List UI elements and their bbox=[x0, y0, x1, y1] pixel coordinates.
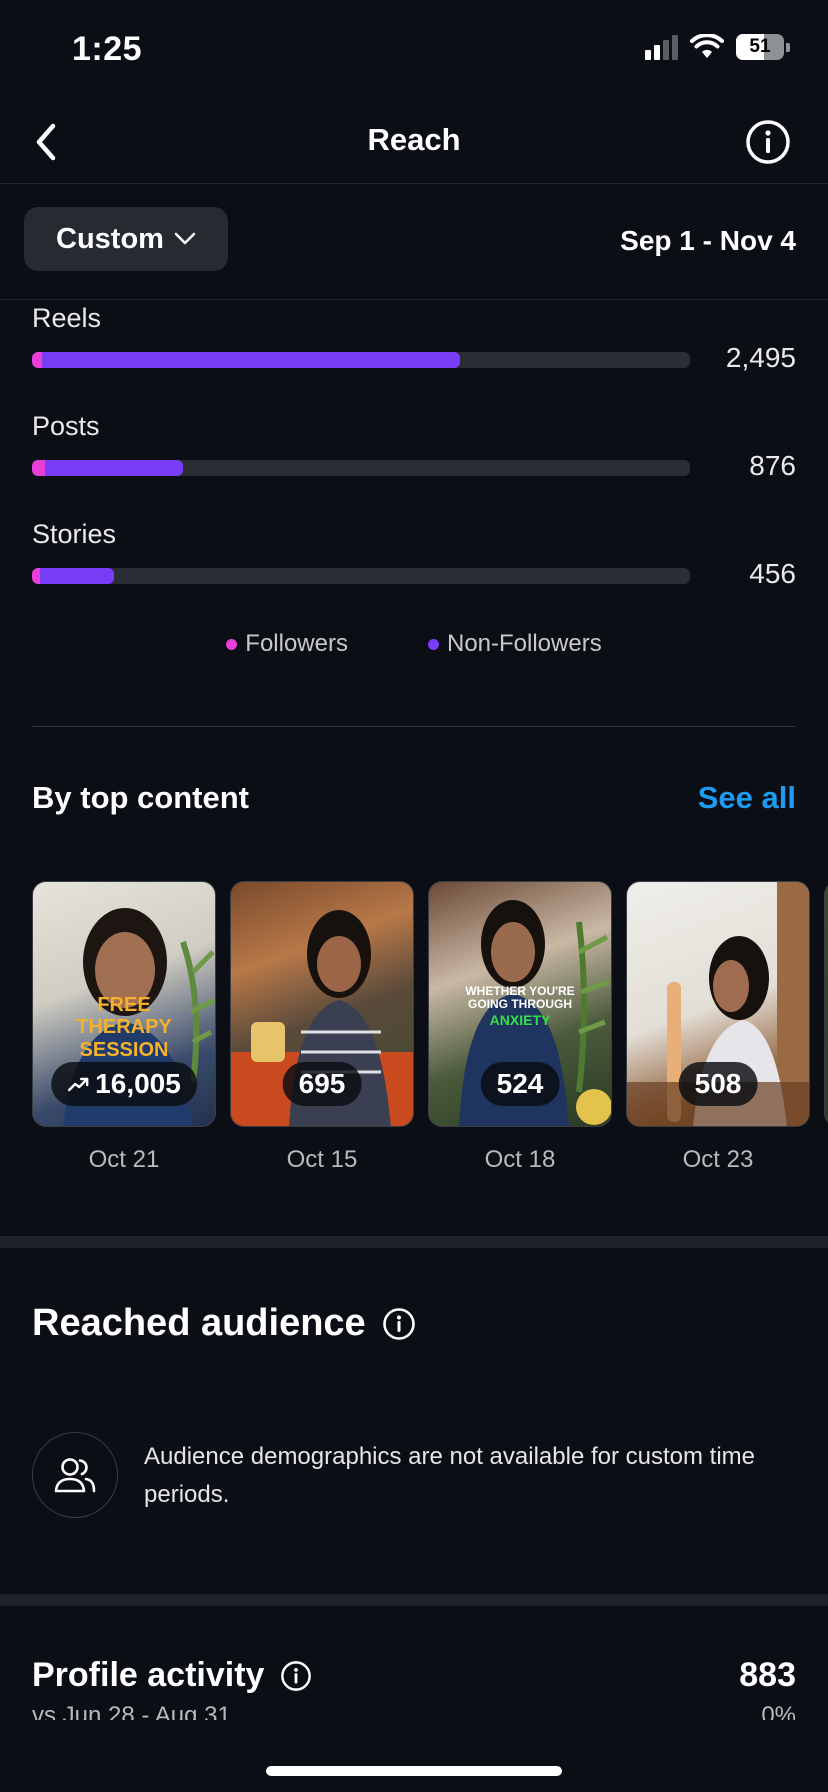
nav-header: Reach bbox=[0, 100, 828, 184]
reached-audience-title: Reached audience bbox=[32, 1302, 366, 1344]
filter-row: Custom Sep 1 - Nov 4 bbox=[0, 185, 828, 300]
thumbnail-date: Oct 15 bbox=[286, 1146, 358, 1173]
breakdown-label: Reels bbox=[32, 303, 102, 333]
breakdown-bar-track bbox=[32, 568, 690, 584]
audience-unavailable-message: Audience demographics are not available … bbox=[144, 1443, 755, 1508]
legend-non-followers-label: Non-Followers bbox=[446, 630, 602, 657]
info-icon[interactable] bbox=[382, 1307, 416, 1341]
thumbnail-count-value: 16,005 bbox=[95, 1068, 181, 1099]
thumbnail-reach-count: 508 bbox=[678, 1062, 758, 1106]
thumbnail-date: Oct 23 bbox=[682, 1146, 754, 1173]
followers-bar bbox=[32, 460, 46, 476]
info-button[interactable] bbox=[744, 118, 792, 166]
profile-activity-header: Profile activity bbox=[32, 1656, 312, 1695]
thumbnail-caption: WHETHER YOU'RE GOING THROUGH bbox=[465, 984, 575, 1012]
audience-icon-container bbox=[32, 1432, 118, 1518]
thumbnail-reach-count: 695 bbox=[282, 1062, 362, 1106]
thumbnail-reach-count: 16,005 bbox=[51, 1062, 197, 1106]
top-content-carousel[interactable]: FREE THERAPY SESSION 16,005 Oct 21 695 O… bbox=[32, 881, 828, 1181]
profile-activity-change: 0% bbox=[761, 1702, 796, 1720]
top-content-item[interactable]: FREE THERAPY SESSION 16,005 bbox=[32, 881, 216, 1127]
battery-icon: 51 bbox=[736, 34, 790, 60]
breakdown-bar-track bbox=[32, 460, 690, 476]
thumbnail-reach-count: 524 bbox=[480, 1062, 560, 1106]
date-range-text: Sep 1 - Nov 4 bbox=[620, 225, 796, 256]
legend-followers: Followers bbox=[226, 630, 348, 658]
breakdown-label: Posts bbox=[32, 411, 100, 441]
legend-non-followers: Non-Followers bbox=[427, 630, 602, 658]
date-range-dropdown[interactable]: Custom bbox=[24, 207, 228, 271]
breakdown-legend: Followers Non-Followers bbox=[0, 630, 828, 658]
followers-bar bbox=[32, 568, 40, 584]
top-content-item[interactable]: WHETHER YOU'RE GOING THROUGH ANXIETY 524 bbox=[428, 881, 612, 1127]
section-separator bbox=[0, 1236, 828, 1248]
non-followers-dot-icon bbox=[427, 638, 439, 650]
breakdown-row-posts: Posts 876 bbox=[0, 408, 828, 516]
thumbnail-caption: FREE THERAPY SESSION bbox=[76, 994, 172, 1061]
top-content-item[interactable] bbox=[824, 881, 828, 1127]
thumbnail-count-value: 695 bbox=[298, 1068, 346, 1099]
followers-bar bbox=[32, 352, 42, 368]
page-title: Reach bbox=[367, 122, 461, 157]
thumbnail-date: Oct 21 bbox=[88, 1146, 160, 1173]
trending-up-icon bbox=[67, 1077, 89, 1092]
thumbnail-date: Oct 18 bbox=[484, 1146, 556, 1173]
top-content-item[interactable]: 695 bbox=[230, 881, 414, 1127]
battery-level: 51 bbox=[749, 36, 771, 57]
cellular-signal-icon bbox=[645, 34, 678, 60]
breakdown-label: Stories bbox=[32, 519, 117, 549]
see-all-link[interactable]: See all bbox=[698, 780, 796, 816]
profile-activity-value: 883 bbox=[739, 1656, 796, 1694]
thumbnail-count-value: 524 bbox=[496, 1068, 544, 1099]
non-followers-bar bbox=[32, 568, 115, 584]
info-icon[interactable] bbox=[280, 1660, 312, 1692]
content-type-breakdown: Reels 2,495 Posts 876 Stories 456 bbox=[0, 300, 828, 624]
people-icon bbox=[54, 1458, 96, 1493]
status-icons: 51 bbox=[645, 34, 790, 60]
legend-followers-label: Followers bbox=[245, 630, 348, 657]
breakdown-value: 876 bbox=[749, 450, 796, 481]
thumbnail-count-value: 508 bbox=[694, 1068, 742, 1099]
thumbnail-caption-highlight: ANXIETY bbox=[489, 1012, 551, 1028]
home-indicator[interactable] bbox=[266, 1766, 562, 1776]
breakdown-bar-track bbox=[32, 352, 690, 368]
top-content-header: By top content See all bbox=[32, 780, 796, 820]
section-separator bbox=[0, 1594, 828, 1606]
followers-dot-icon bbox=[226, 638, 238, 650]
breakdown-value: 2,495 bbox=[725, 342, 796, 373]
breakdown-value: 456 bbox=[749, 558, 796, 589]
profile-activity-compare: vs Jun 28 - Aug 31 bbox=[32, 1702, 231, 1720]
top-content-title: By top content bbox=[32, 780, 249, 815]
breakdown-row-reels: Reels 2,495 bbox=[0, 300, 828, 408]
status-time: 1:25 bbox=[72, 30, 143, 68]
breakdown-row-stories: Stories 456 bbox=[0, 516, 828, 624]
wifi-icon bbox=[690, 34, 724, 58]
non-followers-bar bbox=[32, 460, 184, 476]
status-bar: 1:25 51 bbox=[0, 0, 828, 100]
chevron-down-icon bbox=[174, 232, 196, 245]
divider bbox=[32, 726, 796, 727]
reached-audience-header: Reached audience bbox=[32, 1302, 416, 1345]
date-range-dropdown-label: Custom bbox=[56, 222, 164, 255]
info-icon bbox=[746, 120, 790, 164]
profile-activity-title: Profile activity bbox=[32, 1656, 265, 1694]
top-content-item[interactable]: 508 bbox=[626, 881, 810, 1127]
non-followers-bar bbox=[32, 352, 460, 368]
reach-insights-screen: 1:25 51 Reach Custom Sep 1 - Nov 4 Reels… bbox=[0, 0, 828, 1792]
